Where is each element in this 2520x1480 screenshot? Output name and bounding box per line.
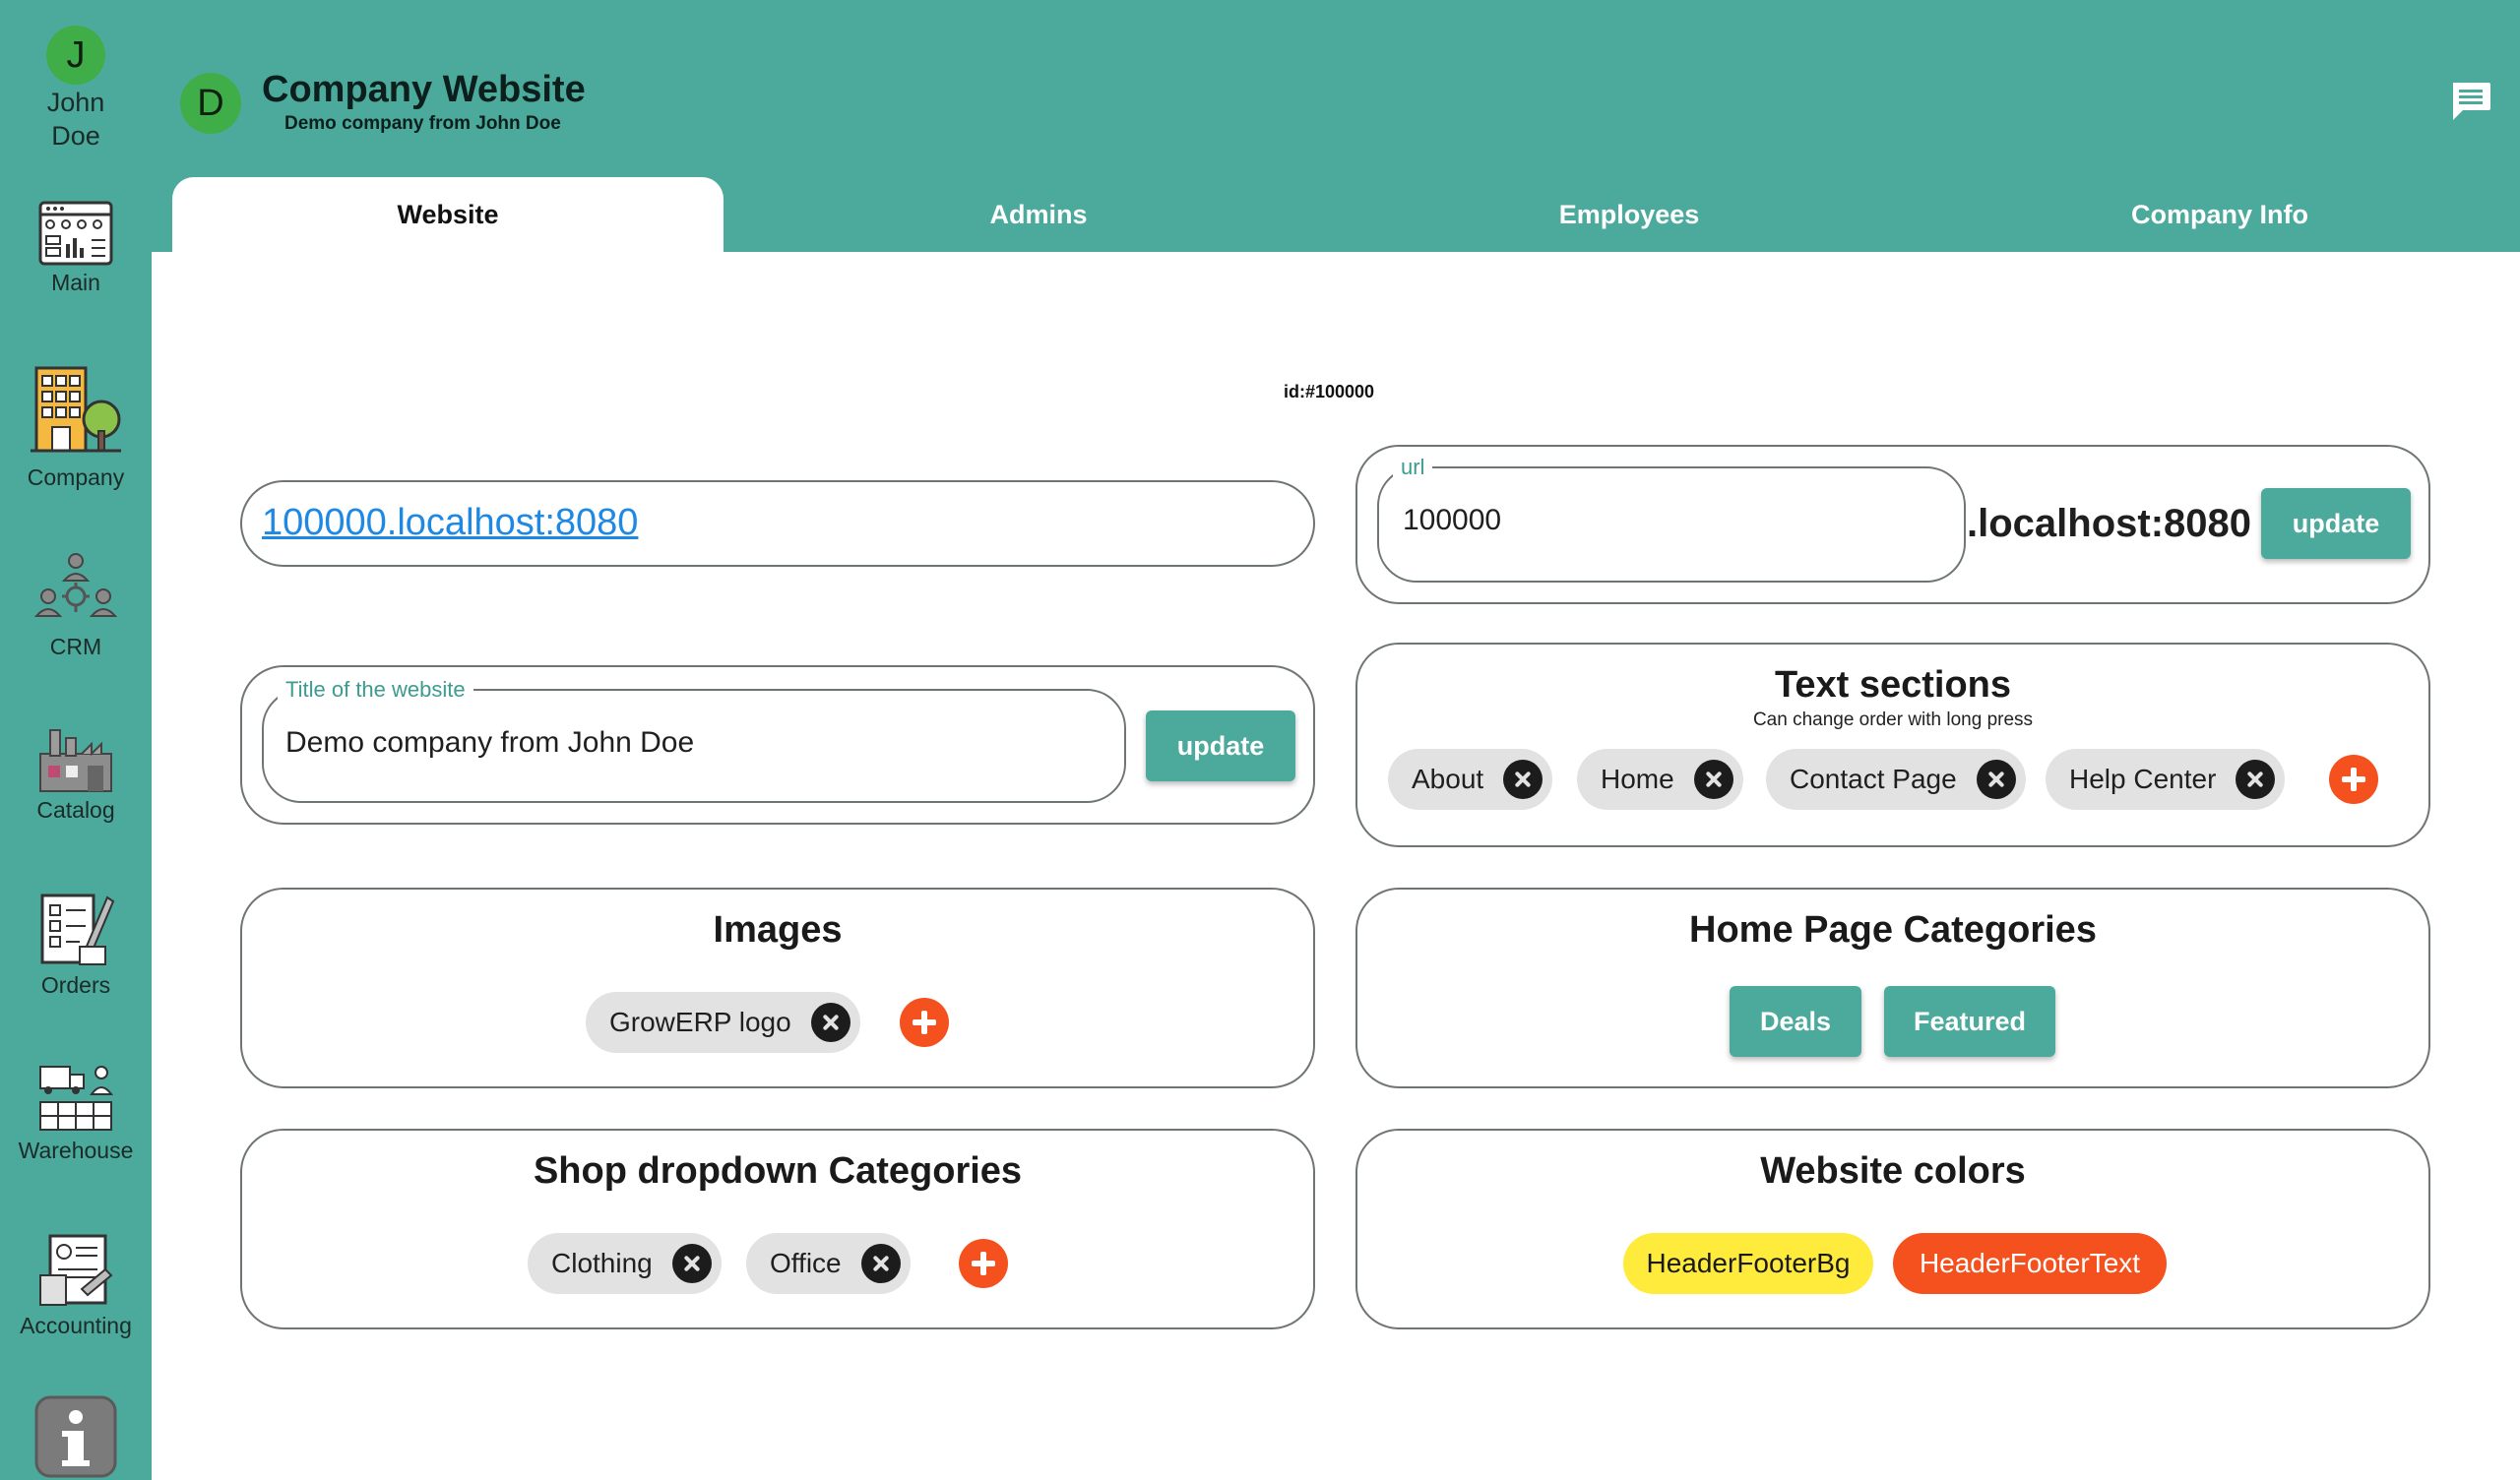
chat-icon[interactable] xyxy=(2449,79,2492,122)
shop-categories-card: Shop dropdown Categories Clothing Office xyxy=(240,1129,1315,1329)
sidebar-item-main[interactable]: Main xyxy=(0,201,152,296)
remove-icon[interactable] xyxy=(1976,760,2016,799)
images-title: Images xyxy=(713,909,843,951)
home-categories-card: Home Page Categories Deals Featured xyxy=(1355,888,2430,1088)
website-colors-card: Website colors HeaderFooterBg HeaderFoot… xyxy=(1355,1129,2430,1329)
dashboard-icon xyxy=(38,201,113,266)
add-image-icon[interactable] xyxy=(900,998,949,1047)
tab-company-info[interactable]: Company Info xyxy=(1944,177,2495,252)
url-field-label: url xyxy=(1393,455,1433,480)
sidebar-item-company[interactable]: Company xyxy=(0,362,152,491)
sidebar-item-info[interactable] xyxy=(0,1395,152,1478)
shop-category-chip[interactable]: Office xyxy=(746,1233,911,1294)
sidebar-item-label: Warehouse xyxy=(18,1138,134,1163)
shop-category-chip[interactable]: Clothing xyxy=(528,1233,722,1294)
add-text-section-icon[interactable] xyxy=(2329,755,2378,804)
title-card: Title of the website Demo company from J… xyxy=(240,665,1315,825)
sidebar: J John Doe Main Company CRM Catalog Orde… xyxy=(0,0,152,1480)
title-field-label: Title of the website xyxy=(278,677,473,703)
website-link-card: 100000.localhost:8080 xyxy=(240,480,1315,567)
factory-icon xyxy=(39,729,112,792)
category-button-deals[interactable]: Deals xyxy=(1730,986,1861,1057)
color-chip-header-footer-bg[interactable]: HeaderFooterBg xyxy=(1623,1233,1873,1294)
page-subtitle: Demo company from John Doe xyxy=(284,113,561,134)
user-first-name: John xyxy=(46,88,105,117)
tab-admins[interactable]: Admins xyxy=(763,177,1314,252)
page-title: Company Website xyxy=(262,69,586,110)
remove-icon[interactable] xyxy=(1503,760,1544,799)
chip-label: GrowERP logo xyxy=(609,1007,791,1037)
text-sections-subtitle: Can change order with long press xyxy=(1752,709,2034,730)
user-profile[interactable]: J John Doe xyxy=(0,26,152,152)
title-field-value[interactable]: Demo company from John Doe xyxy=(285,726,694,760)
text-section-chip[interactable]: Help Center xyxy=(2046,749,2286,810)
add-shop-category-icon[interactable] xyxy=(959,1239,1008,1288)
sidebar-item-label: Catalog xyxy=(36,797,115,823)
text-section-chip[interactable]: About xyxy=(1388,749,1553,810)
title-update-button[interactable]: update xyxy=(1146,710,1295,781)
text-sections-title: Text sections xyxy=(1774,664,2012,706)
sidebar-item-catalog[interactable]: Catalog xyxy=(0,724,152,824)
image-chip[interactable]: GrowERP logo xyxy=(586,992,860,1053)
sidebar-item-label: Company xyxy=(27,464,125,490)
remove-icon[interactable] xyxy=(2236,760,2276,799)
shop-categories-title: Shop dropdown Categories xyxy=(533,1150,1023,1192)
chip-label: Help Center xyxy=(2069,764,2217,794)
chip-label: Contact Page xyxy=(1790,764,1957,794)
home-categories-title: Home Page Categories xyxy=(1689,909,2097,951)
website-id: id:#100000 xyxy=(1284,382,1375,401)
website-colors-title: Website colors xyxy=(1760,1150,2026,1192)
tab-employees[interactable]: Employees xyxy=(1354,177,1905,252)
sidebar-item-label: CRM xyxy=(49,634,102,659)
url-update-button[interactable]: update xyxy=(2261,488,2411,559)
images-card: Images GrowERP logo xyxy=(240,888,1315,1088)
sidebar-item-accounting[interactable]: Accounting xyxy=(0,1230,152,1339)
sidebar-item-label: Main xyxy=(51,270,100,295)
chip-label: Office xyxy=(770,1248,842,1278)
sidebar-item-crm[interactable]: CRM xyxy=(0,551,152,660)
remove-icon[interactable] xyxy=(1693,760,1733,799)
url-field[interactable]: url 100000 xyxy=(1377,455,1966,583)
remove-icon[interactable] xyxy=(860,1244,901,1283)
text-section-chip[interactable]: Contact Page xyxy=(1766,749,2026,810)
text-sections-card: Text sections Can change order with long… xyxy=(1355,643,2430,847)
category-button-featured[interactable]: Featured xyxy=(1884,986,2055,1057)
text-section-chip[interactable]: Home xyxy=(1577,749,1743,810)
url-card: url 100000 .localhost:8080 update xyxy=(1355,445,2430,604)
user-avatar[interactable]: J xyxy=(46,26,105,85)
chip-label: About xyxy=(1412,764,1484,794)
chip-label: Home xyxy=(1601,764,1674,794)
sidebar-item-label: Orders xyxy=(40,972,111,998)
remove-icon[interactable] xyxy=(671,1244,712,1283)
website-link[interactable]: 100000.localhost:8080 xyxy=(262,502,638,544)
invoice-icon xyxy=(39,1234,113,1306)
order-form-icon xyxy=(40,894,115,965)
warehouse-truck-icon xyxy=(39,1066,113,1131)
chip-label: Clothing xyxy=(551,1248,653,1278)
url-suffix: .localhost:8080 xyxy=(1967,502,2252,545)
building-icon xyxy=(31,366,121,453)
color-chip-header-footer-text[interactable]: HeaderFooterText xyxy=(1893,1233,2167,1294)
people-network-icon xyxy=(34,553,117,617)
sidebar-item-warehouse[interactable]: Warehouse xyxy=(0,1063,152,1164)
sidebar-item-label: Accounting xyxy=(20,1313,132,1338)
tab-website[interactable]: Website xyxy=(172,177,724,252)
company-avatar: D xyxy=(180,73,241,134)
user-last-name: Doe xyxy=(51,121,100,151)
sidebar-item-orders[interactable]: Orders xyxy=(0,890,152,999)
remove-icon[interactable] xyxy=(810,1003,850,1042)
title-field[interactable]: Title of the website Demo company from J… xyxy=(262,677,1126,803)
info-icon xyxy=(34,1395,117,1478)
url-field-value[interactable]: 100000 xyxy=(1403,504,1501,537)
